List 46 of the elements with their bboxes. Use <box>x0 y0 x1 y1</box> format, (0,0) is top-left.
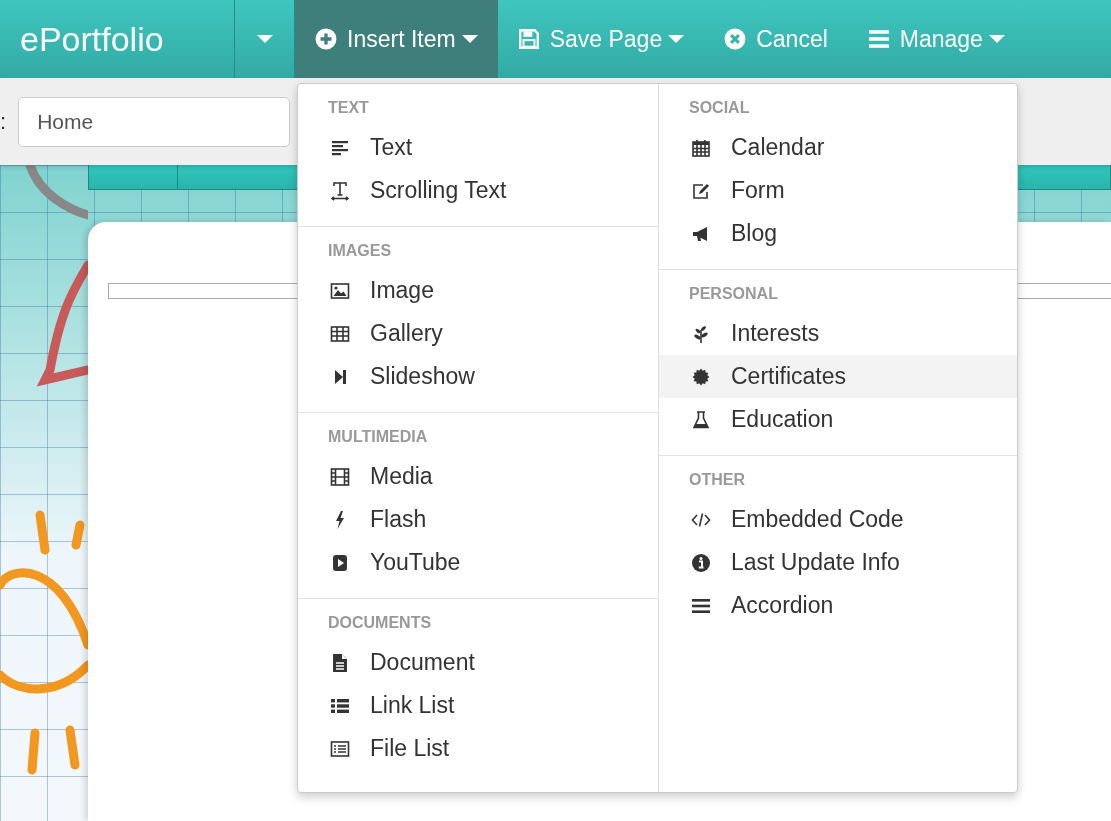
app-brand: ePortfolio <box>20 18 164 60</box>
menu-item[interactable]: Flash <box>298 498 658 541</box>
menu-item[interactable]: Image <box>298 269 658 312</box>
video-logo-icon <box>330 552 350 573</box>
menu-item[interactable]: Last Update Info <box>659 541 1017 584</box>
close-icon <box>724 28 747 50</box>
section-heading: IMAGES <box>327 241 393 261</box>
starburst-icon <box>691 366 711 387</box>
menu-item[interactable]: Text <box>298 126 658 169</box>
menu-item[interactable]: Gallery <box>298 312 658 355</box>
section-heading: PERSONAL <box>688 284 779 304</box>
field-label: : <box>0 110 7 133</box>
section-heading: DOCUMENTS <box>327 613 433 633</box>
menu-item[interactable]: Document <box>298 641 658 684</box>
section-heading: TEXT <box>327 98 370 118</box>
nav-menu-button[interactable]: Insert Item <box>295 0 498 78</box>
flask-icon <box>691 409 711 430</box>
info-icon <box>691 552 711 573</box>
list-box-icon <box>330 738 350 759</box>
section-heading: SOCIAL <box>688 98 751 118</box>
menu-item[interactable]: Media <box>298 455 658 498</box>
document-icon <box>330 652 350 673</box>
menu-item[interactable]: Blog <box>659 212 1017 255</box>
grid-icon <box>330 323 350 344</box>
menu-item[interactable]: Education <box>659 398 1017 441</box>
menu-item[interactable]: Certificates <box>659 355 1017 398</box>
menu-item[interactable]: Form <box>659 169 1017 212</box>
calendar-icon <box>691 137 711 158</box>
menu-item[interactable]: Accordion <box>659 584 1017 627</box>
section-heading: OTHER <box>688 470 746 490</box>
menu-item[interactable]: Slideshow <box>298 355 658 398</box>
menu-item[interactable]: Link List <box>298 684 658 727</box>
text-width-icon <box>330 180 350 201</box>
section-heading: MULTIMEDIA <box>327 427 429 447</box>
menu-item[interactable]: YouTube <box>298 541 658 584</box>
page-title-field[interactable]: Home <box>18 96 291 147</box>
leaf-icon <box>691 323 711 344</box>
film-icon <box>330 466 350 487</box>
menu-item[interactable]: Interests <box>659 312 1017 355</box>
plus-circle-icon <box>315 28 337 50</box>
menu-item[interactable]: Embedded Code <box>659 498 1017 541</box>
menu-item[interactable]: File List <box>298 727 658 770</box>
menu-item[interactable]: Scrolling Text <box>298 169 658 212</box>
image-icon <box>330 280 350 301</box>
menu-icon <box>867 28 890 50</box>
menu-item[interactable]: Calendar <box>659 126 1017 169</box>
